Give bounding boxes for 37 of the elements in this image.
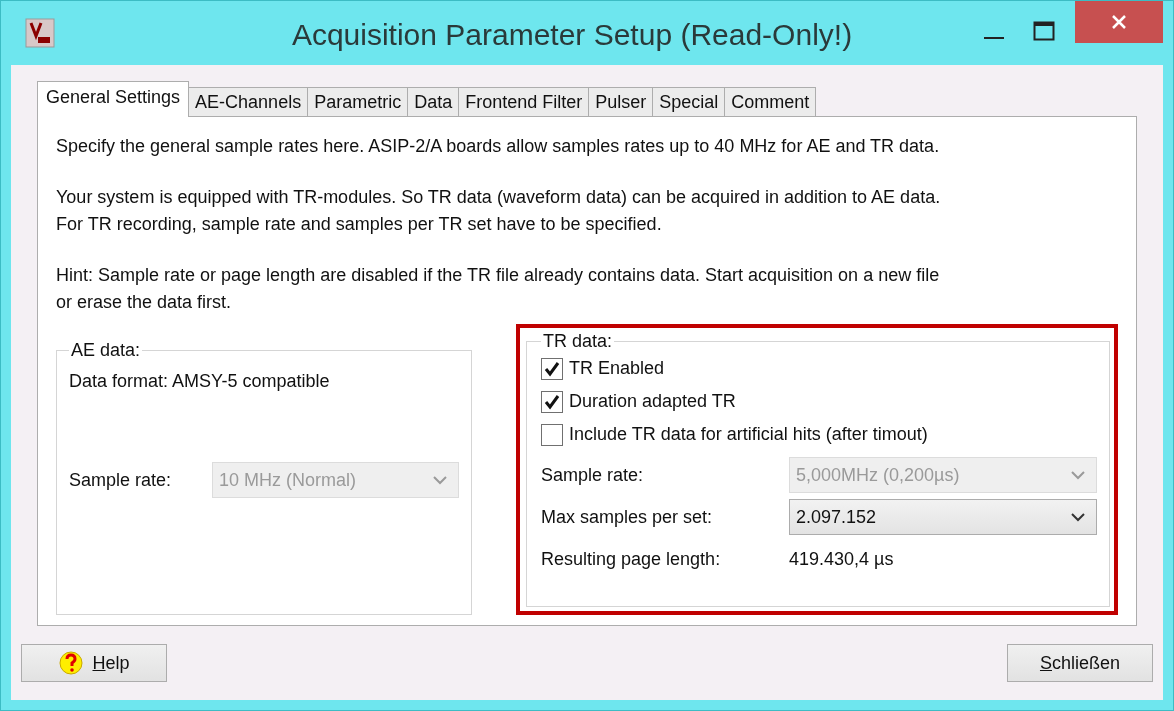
- chevron-down-icon: [432, 475, 448, 485]
- chevron-down-icon: [1070, 512, 1086, 522]
- field-label: Sample rate:: [69, 469, 173, 491]
- page-length-value: 419.430,4 µs: [789, 548, 894, 570]
- help-button[interactable]: Help: [21, 644, 167, 682]
- checkbox[interactable]: [541, 390, 563, 413]
- group-title: TR data:: [542, 331, 614, 352]
- question-mark-icon: [58, 650, 85, 676]
- app-icon: [25, 18, 55, 48]
- close-icon: [1110, 13, 1128, 31]
- window-title: Acquisition Parameter Setup (Read-Only!): [290, 17, 854, 52]
- field-label: Sample rate:: [541, 464, 645, 486]
- tab[interactable]: General Settings: [37, 81, 190, 117]
- chevron-down-icon: [1070, 470, 1086, 480]
- description-text: Specify the general sample rates here. ASIP-2/A boards allow samples rates up to 40 MHz for AE and TR data.: [56, 135, 941, 158]
- field-label: Max samples per set:: [541, 506, 714, 528]
- minimize-icon: [984, 37, 1004, 39]
- tab[interactable]: Pulser: [588, 87, 654, 117]
- data-format-text: Data format: AMSY-5 compatible: [69, 371, 331, 392]
- description-text: Hint: Sample rate or page length are disabled if the TR file already contains data. Start acquisition on a new file or erase the data first.: [56, 264, 941, 314]
- tab[interactable]: Special: [652, 87, 726, 117]
- checkbox-label: Duration adapted TR: [569, 391, 736, 412]
- description-text: Your system is equipped with TR-modules. So TR data (waveform data) can be acquired in addition to AE data. For TR recording, sample rate and samples per TR set have to be specified.: [56, 186, 942, 236]
- max-samples-dropdown[interactable]: 2.097.152: [789, 499, 1097, 535]
- checkbox[interactable]: [541, 357, 563, 380]
- checkbox-label: TR Enabled: [569, 358, 665, 379]
- tab[interactable]: AE-Channels: [188, 87, 309, 117]
- tab[interactable]: Frontend Filter: [458, 87, 590, 117]
- tab[interactable]: Data: [407, 87, 460, 117]
- checkbox[interactable]: [541, 423, 563, 446]
- field-label: Resulting page length:: [541, 548, 722, 570]
- tab[interactable]: Parametric: [307, 87, 409, 117]
- close-dialog-button[interactable]: Schließen: [1007, 644, 1153, 682]
- checkbox-label: Include TR data for artificial hits (after timout): [569, 424, 928, 445]
- tab[interactable]: Comment: [724, 87, 817, 117]
- group-title: AE data:: [70, 340, 142, 361]
- maximize-icon: [1033, 21, 1055, 41]
